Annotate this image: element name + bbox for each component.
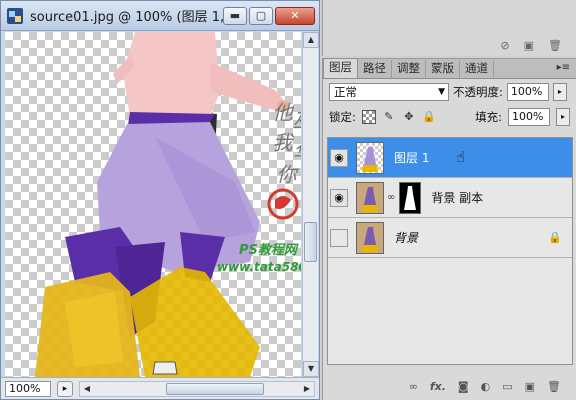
document-title: source01.jpg @ 100% (图层 1, RG... xyxy=(30,10,223,25)
horizontal-scrollbar[interactable]: ◀ ▶ xyxy=(79,380,315,397)
blend-row: 正常 ▼ 不透明度: 100% ▸ xyxy=(323,79,576,105)
fx-icon[interactable]: fx. xyxy=(430,380,446,393)
tab-layers[interactable]: 图层 xyxy=(323,58,358,78)
document-titlebar[interactable]: source01.jpg @ 100% (图层 1, RG... ▬ ▢ ✕ xyxy=(1,1,319,31)
tab-paths[interactable]: 路径 xyxy=(358,60,392,78)
document-window: source01.jpg @ 100% (图层 1, RG... ▬ ▢ ✕ xyxy=(0,0,320,400)
layers-bottom-toolbar: ∞ fx. ◙ ◐ ▭ ▣ 🗑 xyxy=(323,376,576,396)
trash-icon[interactable]: 🗑 xyxy=(547,380,561,393)
new-item-icon[interactable]: ▣ xyxy=(524,39,534,52)
maximize-button[interactable]: ▢ xyxy=(249,6,273,25)
zoom-field[interactable]: 100% xyxy=(5,380,51,397)
app-root: source01.jpg @ 100% (图层 1, RG... ▬ ▢ ✕ xyxy=(0,0,576,400)
figure-thumbnail-icon xyxy=(362,226,378,252)
scroll-left-icon[interactable]: ◀ xyxy=(80,382,94,396)
layer-lock-icon: 🔒 xyxy=(548,231,562,244)
lock-position-icon[interactable]: ✥ xyxy=(402,110,416,124)
watermark-url-text: www.tata580.com xyxy=(217,260,301,274)
lock-pixels-icon[interactable]: ✎ xyxy=(382,110,396,124)
close-button[interactable]: ✕ xyxy=(275,6,315,25)
watermark-char-5: 你 xyxy=(273,164,297,184)
chevron-down-icon: ▼ xyxy=(438,87,445,97)
photoshop-doc-icon xyxy=(7,7,23,24)
layer-thumbnail xyxy=(356,181,384,214)
upper-panel: ⊘ ▣ 🗑 xyxy=(322,0,576,56)
blend-mode-select[interactable]: 正常 ▼ xyxy=(329,83,449,101)
mask-icon[interactable]: ◙ xyxy=(458,380,469,393)
lock-label: 锁定: xyxy=(329,110,356,124)
tab-channels[interactable]: 通道 xyxy=(460,60,494,78)
figure-thumbnail-icon xyxy=(362,146,378,172)
document-canvas[interactable]: 他 巫 我 华 你 PS教程网 www.tata580.com xyxy=(5,32,301,377)
vertical-scrollbar[interactable]: ▲ ▼ xyxy=(302,32,319,377)
tab-masks[interactable]: 蒙版 xyxy=(426,60,460,78)
visibility-toggle-empty[interactable] xyxy=(330,228,348,247)
mask-link-icon[interactable]: ∞ xyxy=(387,192,395,203)
lock-transparency-icon[interactable] xyxy=(361,110,376,124)
opacity-slider-button[interactable]: ▸ xyxy=(552,83,567,101)
watermark-char-2: 巫 xyxy=(289,110,301,130)
mask-silhouette-icon xyxy=(404,185,417,210)
horizontal-scroll-thumb[interactable] xyxy=(166,382,264,395)
watermark-ps-text: PS教程网 xyxy=(239,243,297,258)
tab-adjustments[interactable]: 调整 xyxy=(392,60,426,78)
layer-thumbnail xyxy=(356,141,384,174)
visibility-eye-icon[interactable]: ◉ xyxy=(330,188,348,207)
layers-panel: 图层 路径 调整 蒙版 通道 ▸≡ 正常 ▼ 不透明度: 100% ▸ 锁定: … xyxy=(322,58,576,400)
dancer-figure xyxy=(35,32,299,377)
panel-tabs: 图层 路径 调整 蒙版 通道 ▸≡ xyxy=(323,58,576,79)
minimize-button[interactable]: ▬ xyxy=(223,6,247,25)
vertical-scroll-thumb[interactable] xyxy=(304,222,317,262)
blend-mode-value: 正常 xyxy=(334,85,357,99)
adjustment-icon[interactable]: ◐ xyxy=(481,380,491,393)
watermark-char-4: 华 xyxy=(289,142,301,162)
link-icon[interactable]: ∞ xyxy=(409,380,418,393)
no-icon[interactable]: ⊘ xyxy=(500,39,509,52)
panel-menu-icon[interactable]: ▸≡ xyxy=(557,62,570,73)
fill-field[interactable]: 100% xyxy=(508,108,550,126)
figure-thumbnail-icon xyxy=(362,186,378,212)
trash-icon[interactable]: 🗑 xyxy=(548,39,562,52)
folder-icon[interactable]: ▭ xyxy=(502,380,512,393)
scroll-right-icon[interactable]: ▶ xyxy=(300,382,314,396)
opacity-field[interactable]: 100% xyxy=(506,83,549,101)
layer-name[interactable]: 背景 副本 xyxy=(431,189,483,206)
layer-row-layer1[interactable]: ◉ 图层 1 ☝ xyxy=(328,138,572,178)
status-info-icon[interactable]: ▸ xyxy=(57,380,73,397)
scroll-up-icon[interactable]: ▲ xyxy=(303,32,319,48)
visibility-eye-icon[interactable]: ◉ xyxy=(330,148,348,167)
lock-all-icon[interactable]: 🔒 xyxy=(422,110,436,124)
fill-slider-button[interactable]: ▸ xyxy=(556,108,570,126)
new-layer-icon[interactable]: ▣ xyxy=(525,380,535,393)
scroll-down-icon[interactable]: ▼ xyxy=(303,361,319,377)
layer-row-background[interactable]: 背景 🔒 xyxy=(328,218,572,258)
layer-name[interactable]: 背景 xyxy=(394,229,418,246)
opacity-label: 不透明度: xyxy=(453,85,503,99)
hand-cursor-icon: ☝ xyxy=(456,148,466,166)
layer-thumbnail xyxy=(356,221,384,254)
layer-mask-thumbnail[interactable] xyxy=(399,181,422,214)
fill-label: 填充: xyxy=(475,110,502,124)
document-status-bar: 100% ▸ ◀ ▶ xyxy=(1,377,319,399)
layer-row-background-copy[interactable]: ◉ ∞ 背景 副本 xyxy=(328,178,572,218)
lock-row: 锁定: ✎ ✥ 🔒 填充: 100% ▸ xyxy=(323,105,576,129)
layer-name[interactable]: 图层 1 xyxy=(394,149,429,166)
layers-list: ◉ 图层 1 ☝ ◉ ∞ 背景 副本 背景 🔒 xyxy=(327,137,573,365)
